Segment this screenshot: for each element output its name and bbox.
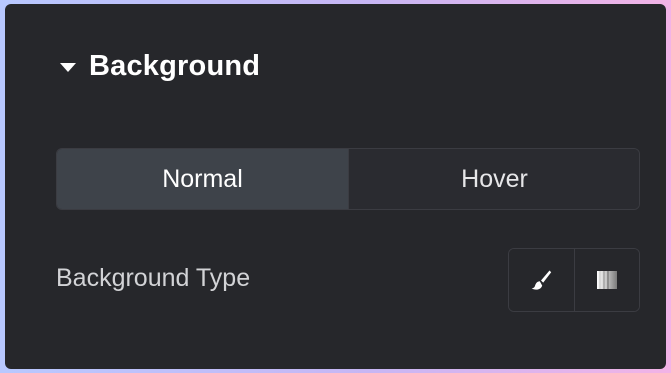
background-type-choices [508,248,640,312]
tab-normal[interactable]: Normal [57,149,348,209]
background-section-toggle[interactable]: Background [60,50,260,83]
background-settings-panel: Background Normal Hover Background Type [5,4,666,369]
brush-icon [528,267,554,293]
background-type-gradient-button[interactable] [573,249,639,311]
gradient-icon [594,267,620,293]
tab-hover[interactable]: Hover [348,149,639,209]
background-type-classic-button[interactable] [509,249,574,311]
section-title: Background [89,50,261,82]
caret-down-icon [60,63,76,72]
background-type-label: Background Type [56,264,251,292]
state-tabs: Normal Hover [56,148,640,210]
